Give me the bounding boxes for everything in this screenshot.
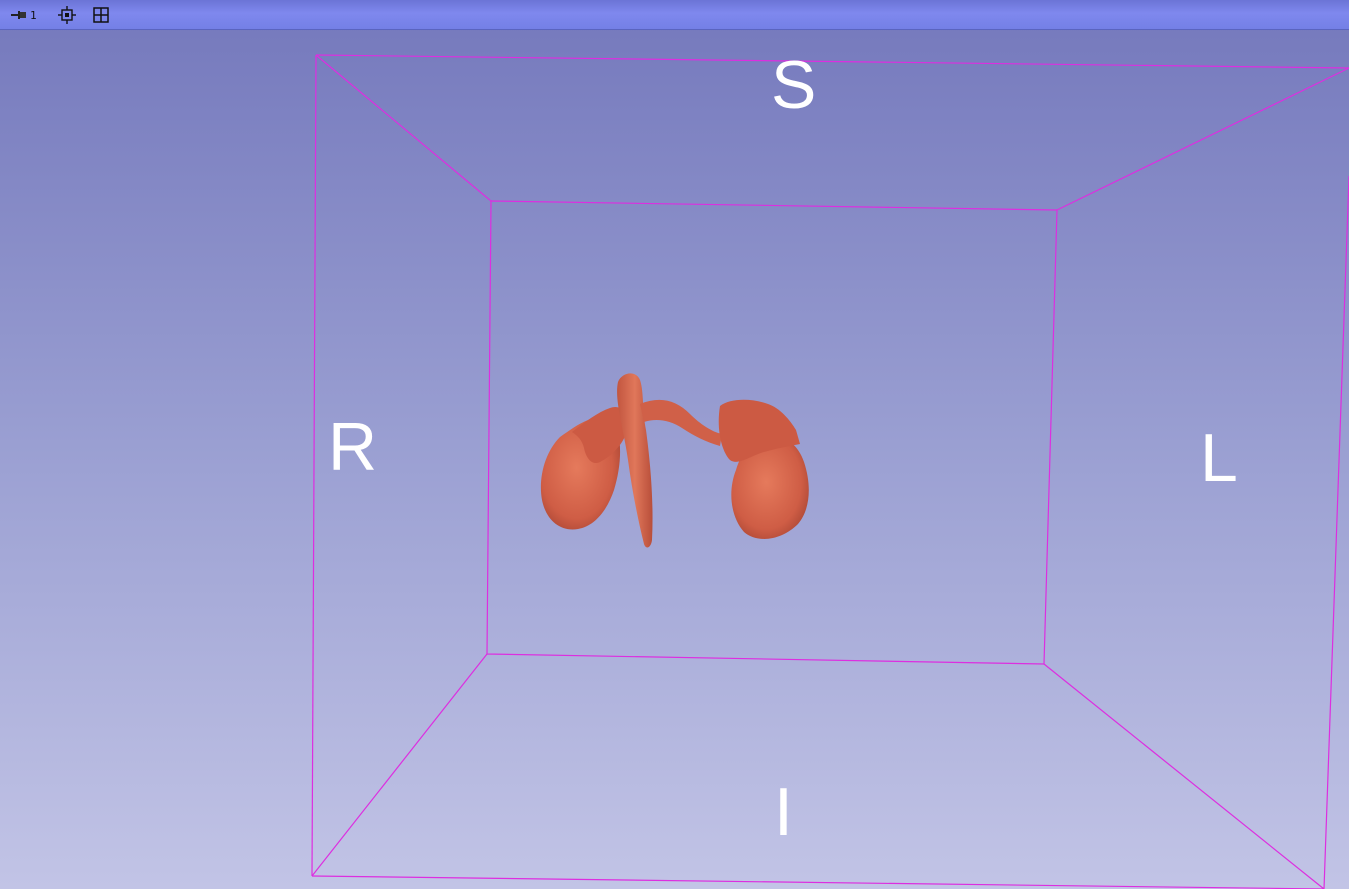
bounding-box-edge-tr — [1056, 67, 1349, 211]
layout-grid-icon[interactable] — [90, 4, 112, 26]
orientation-label-left: L — [1200, 420, 1238, 496]
bounding-box-edge-bl — [311, 653, 488, 877]
pin-icon[interactable] — [8, 4, 30, 26]
3d-scene[interactable] — [0, 0, 1349, 889]
3d-view[interactable]: 1 S R L I — [0, 0, 1349, 889]
center-view-icon[interactable] — [56, 4, 78, 26]
segmentation-model[interactable] — [540, 373, 809, 548]
bounding-box-edge-br — [1043, 663, 1325, 889]
orientation-label-inferior: I — [774, 774, 793, 850]
bounding-box-edge-tl — [315, 54, 492, 202]
bounding-box-outer-bottom — [311, 875, 1325, 889]
view-controller-bar: 1 — [0, 0, 1349, 30]
renal-vein-left — [640, 399, 722, 446]
central-vessel — [617, 373, 653, 548]
view-number-label: 1 — [30, 9, 37, 22]
bounding-box-outer-left — [311, 54, 317, 877]
orientation-label-right: R — [328, 409, 378, 485]
orientation-label-superior: S — [771, 47, 817, 123]
bounding-box — [311, 54, 1349, 889]
bounding-box-outer — [315, 54, 1349, 69]
bounding-box-outer-right — [1323, 175, 1349, 889]
